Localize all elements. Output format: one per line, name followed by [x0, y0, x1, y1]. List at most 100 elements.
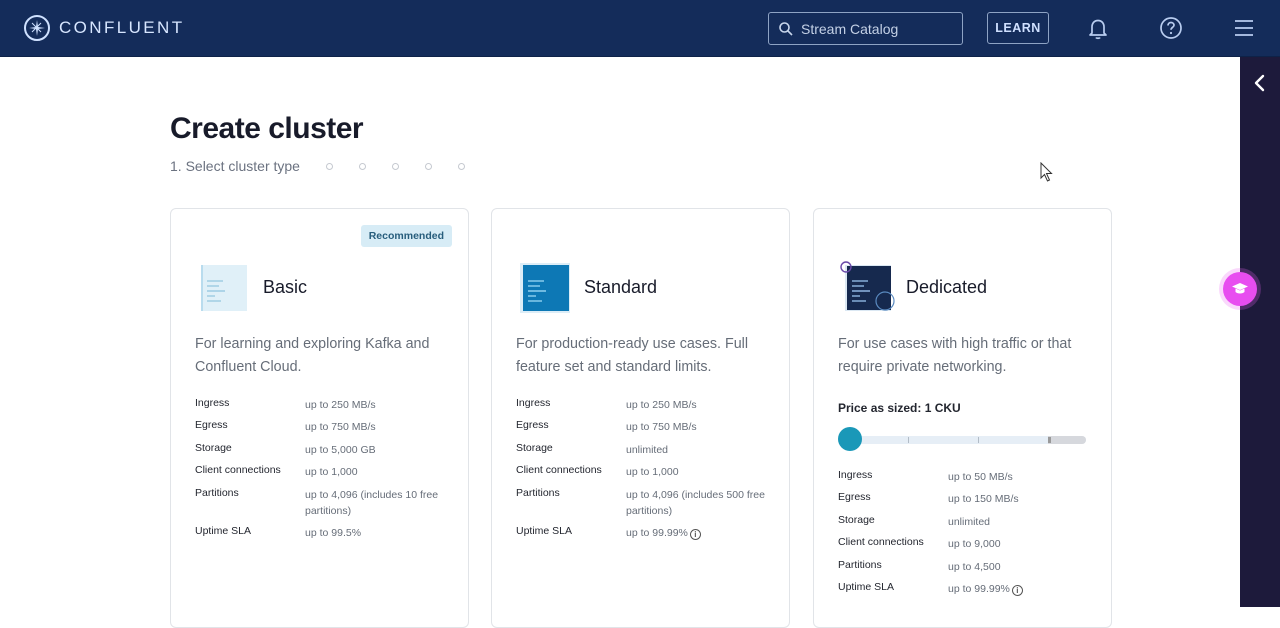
card-title: Standard	[584, 277, 658, 297]
spec-row: Storage unlimited	[838, 514, 1098, 536]
spec-row: Storage up to 5,000 GB	[195, 442, 455, 464]
spec-label: Ingress	[838, 469, 873, 481]
search-input[interactable]	[801, 20, 951, 37]
spec-label: Uptime SLA	[195, 524, 252, 537]
spec-label: Partitions	[516, 486, 560, 499]
chevron-left-icon[interactable]	[1250, 73, 1270, 93]
spec-row: Storage unlimited	[516, 442, 776, 464]
spec-row: Client connections up to 1,000	[516, 464, 776, 486]
cku-slider[interactable]	[838, 427, 1088, 451]
spec-label: Ingress	[195, 397, 230, 409]
spec-row: Client connections up to 9,000	[838, 536, 1098, 558]
spec-value: up to 4,500	[948, 560, 1001, 573]
spec-label: Uptime SLA	[838, 580, 895, 593]
search-icon	[779, 21, 793, 36]
step-dot	[391, 162, 399, 170]
basic-cluster-icon	[197, 261, 251, 315]
info-icon[interactable]: i	[1011, 584, 1023, 596]
spec-row: Uptime SLA up to 99.99% i	[516, 525, 776, 547]
spec-value: up to 50 MB/s	[948, 471, 1013, 483]
card-title: Basic	[263, 277, 308, 297]
spec-value: up to 4,096 (includes 500 free partition…	[626, 488, 765, 517]
spec-row: Egress up to 750 MB/s	[195, 419, 455, 441]
spec-label: Client connections	[838, 536, 924, 549]
mouse-cursor-icon	[1040, 161, 1054, 187]
card-description: For learning and exploring Kafka and Con…	[195, 336, 430, 375]
spec-label: Partitions	[838, 558, 882, 571]
spec-row: Ingress up to 250 MB/s	[516, 397, 776, 419]
spec-row: Uptime SLA up to 99.5%	[195, 525, 455, 547]
spec-value: up to 1,000	[305, 466, 358, 479]
spec-value: up to 250 MB/s	[305, 399, 376, 411]
spec-row: Egress up to 750 MB/s	[516, 419, 776, 441]
spec-value: up to 250 MB/s	[626, 399, 697, 411]
spec-row: Uptime SLA up to 99.99% i	[838, 581, 1098, 603]
confluent-logo-icon	[24, 15, 50, 41]
stream-catalog-search[interactable]	[768, 12, 963, 45]
step-dot	[457, 162, 465, 170]
spec-label: Client connections	[516, 464, 602, 477]
step-label: 1. Select cluster type	[170, 158, 300, 174]
bell-icon[interactable]	[1085, 15, 1111, 41]
card-description: For use cases with high traffic or that …	[838, 336, 1072, 375]
spec-value-text: up to 99.99%	[626, 526, 688, 539]
step-dot	[325, 162, 333, 170]
spec-label: Egress	[195, 419, 228, 432]
spec-label: Egress	[838, 491, 871, 504]
spec-value: up to 9,000	[948, 538, 1001, 551]
step-dot	[424, 162, 432, 170]
spec-value: up to 750 MB/s	[305, 421, 376, 434]
card-description: For production-ready use cases. Full fea…	[516, 336, 749, 375]
spec-value: up to 5,000 GB	[305, 443, 376, 456]
brand-logo[interactable]: CONFLUENT	[24, 15, 185, 41]
spec-value: up to 4,096 (includes 10 free partitions…	[305, 488, 439, 517]
spec-label: Egress	[516, 419, 549, 432]
spec-label: Partitions	[195, 486, 239, 499]
dedicated-cluster-icon	[840, 261, 895, 315]
learning-assistant-button[interactable]	[1223, 272, 1257, 306]
step-indicator: 1. Select cluster type	[170, 158, 465, 174]
top-navigation-bar: CONFLUENT LEARN	[0, 0, 1280, 57]
spec-row: Partitions up to 4,500	[838, 559, 1098, 581]
spec-value: up to 750 MB/s	[626, 421, 697, 434]
info-icon[interactable]: i	[689, 528, 701, 540]
hamburger-menu-icon[interactable]	[1231, 15, 1257, 41]
cluster-card-standard[interactable]: Standard For production-ready use cases.…	[491, 208, 790, 628]
spec-value: unlimited	[626, 443, 669, 456]
spec-list: Ingress up to 250 MB/s Egress up to 750 MB…	[516, 397, 776, 547]
spec-label: Storage	[195, 441, 232, 454]
spec-label: Storage	[838, 513, 875, 526]
page-title: Create cluster	[170, 112, 364, 145]
price-label: Price as sized: 1 CKU	[838, 401, 961, 415]
learn-button[interactable]: LEARN	[987, 12, 1049, 44]
spec-row: Ingress up to 50 MB/s	[838, 469, 1098, 491]
spec-value: up to 99.99% i	[626, 525, 776, 547]
spec-label: Uptime SLA	[516, 524, 573, 537]
cluster-card-basic[interactable]: Recommended Basic For learning and explo…	[170, 208, 469, 628]
slider-tick	[1048, 437, 1051, 443]
spec-label: Ingress	[516, 397, 551, 409]
spec-row: Client connections up to 1,000	[195, 464, 455, 486]
question-circle-icon[interactable]	[1158, 15, 1184, 41]
step-dot	[358, 162, 366, 170]
slider-thumb[interactable]	[838, 427, 862, 451]
slider-tick	[908, 437, 909, 443]
spec-value: up to 99.99% i	[948, 581, 1098, 603]
slider-tick	[978, 437, 979, 443]
spec-row: Ingress up to 250 MB/s	[195, 397, 455, 419]
spec-list: Ingress up to 50 MB/s Egress up to 150 MB/…	[838, 469, 1098, 603]
spec-label: Client connections	[195, 464, 281, 477]
spec-row: Egress up to 150 MB/s	[838, 491, 1098, 513]
spec-value: up to 150 MB/s	[948, 493, 1019, 506]
standard-cluster-icon	[518, 261, 572, 315]
spec-list: Ingress up to 250 MB/s Egress up to 750 MB…	[195, 397, 455, 547]
recommended-badge: Recommended	[360, 225, 452, 247]
cluster-card-dedicated[interactable]: Dedicated For use cases with high traffi…	[813, 208, 1112, 628]
brand-name: CONFLUENT	[59, 18, 185, 37]
card-title: Dedicated	[906, 277, 988, 297]
spec-row: Partitions up to 4,096 (includes 10 free …	[195, 487, 455, 525]
slider-track-end	[1048, 436, 1086, 444]
spec-label: Storage	[516, 441, 553, 454]
spec-value: unlimited	[948, 515, 991, 528]
right-side-panel	[1240, 57, 1280, 607]
